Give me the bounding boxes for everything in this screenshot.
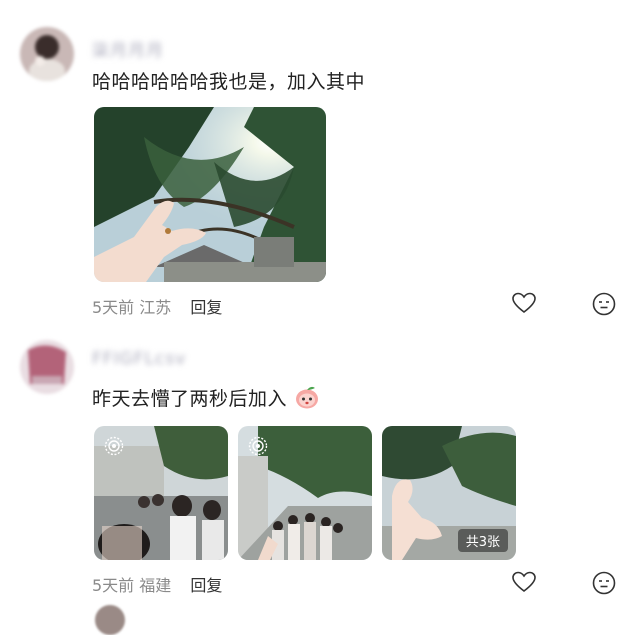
comment-1: 柒月月月 哈哈哈哈哈哈我也是，加入其中 5天前 江苏 回复 [0, 0, 640, 330]
comment-text: 哈哈哈哈哈哈我也是，加入其中 [92, 71, 366, 93]
emoji-reaction-icon[interactable] [592, 292, 616, 320]
comment-text: 昨天去懵了两秒后加入 [92, 384, 320, 414]
avatar[interactable] [20, 27, 74, 81]
comment-2: FFIGFLcsv 昨天去懵了两秒后加入 共3张 5天前 福建 回复 [0, 330, 640, 635]
comment-image[interactable] [94, 107, 326, 282]
live-photo-icon [104, 436, 124, 456]
comment-time: 5天前 [92, 576, 135, 595]
peach-face-emoji [294, 385, 320, 414]
comment-location: 福建 [139, 576, 172, 595]
comment-image[interactable]: 共3张 [382, 426, 516, 560]
comment-image[interactable] [94, 426, 228, 560]
reply-button[interactable]: 回复 [190, 298, 222, 317]
username[interactable]: FFIGFLcsv [92, 349, 186, 369]
live-photo-icon [248, 436, 268, 456]
heart-icon[interactable] [512, 571, 536, 597]
heart-icon[interactable] [512, 292, 536, 318]
emoji-reaction-icon[interactable] [592, 571, 616, 599]
comment-text-body: 昨天去懵了两秒后加入 [92, 388, 288, 410]
comment-time: 5天前 [92, 298, 135, 317]
comment-meta: 5天前 福建 回复 [92, 572, 222, 596]
avatar[interactable] [20, 340, 74, 394]
image-count-badge: 共3张 [457, 529, 508, 552]
username[interactable]: 柒月月月 [92, 36, 164, 61]
comment-meta: 5天前 江苏 回复 [92, 294, 222, 318]
reply-button[interactable]: 回复 [190, 576, 222, 595]
comment-image[interactable] [238, 426, 372, 560]
avatar[interactable] [95, 605, 125, 635]
comment-location: 江苏 [139, 298, 172, 317]
